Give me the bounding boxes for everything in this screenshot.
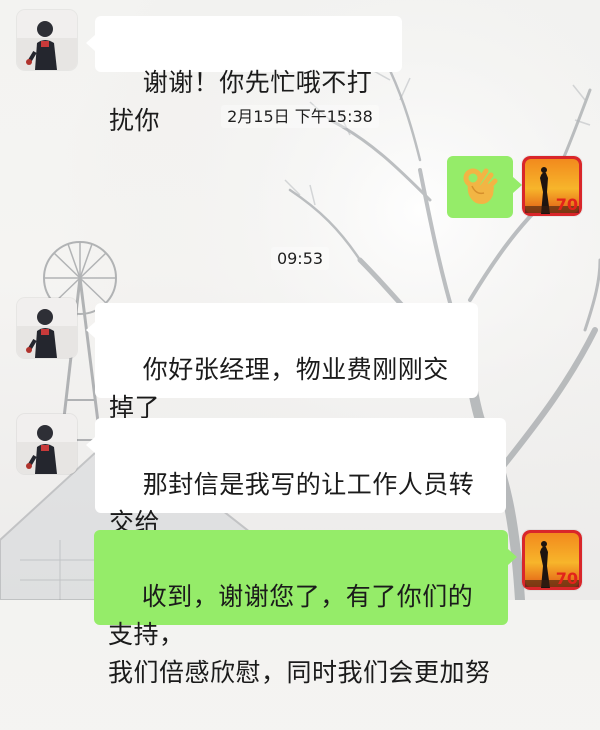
- contact-avatar-image: [17, 414, 77, 474]
- ok-hand-icon: [463, 168, 498, 204]
- contact-avatar[interactable]: [17, 10, 77, 70]
- message-bubble-outgoing[interactable]: 收到，谢谢您了，有了你们的支持， 我们倍感欣慰，同时我们会更加努: [94, 530, 517, 687]
- contact-avatar[interactable]: [17, 414, 77, 474]
- contact-avatar-image: [17, 10, 77, 70]
- self-avatar[interactable]: 70: [522, 156, 582, 216]
- contact-avatar-image: [17, 298, 77, 358]
- message-bubble-incoming[interactable]: 谢谢！你先忙哦不打扰你: [86, 16, 402, 135]
- self-avatar[interactable]: 70: [522, 530, 582, 590]
- chat-message-list[interactable]: 谢谢！你先忙哦不打扰你 2月15日 下午15:38 70 09:53 你好张经理…: [0, 0, 600, 687]
- message-bubble-incoming[interactable]: 你好张经理，物业费刚刚交掉了 2020年的，谢谢！: [86, 303, 478, 460]
- message-timestamp: 2月15日 下午15:38: [0, 103, 600, 128]
- message-timestamp: 09:53: [0, 247, 600, 270]
- self-avatar-badge: 70: [555, 195, 578, 214]
- self-avatar-badge: 70: [555, 569, 578, 588]
- contact-avatar[interactable]: [17, 298, 77, 358]
- message-bubble-outgoing-emoji[interactable]: [447, 156, 522, 218]
- message-text: 收到，谢谢您了，有了你们的支持， 我们倍感欣慰，同时我们会更加努: [108, 582, 491, 687]
- message-bubble-incoming[interactable]: 那封信是我写的让工作人员转交给 你了: [86, 418, 506, 575]
